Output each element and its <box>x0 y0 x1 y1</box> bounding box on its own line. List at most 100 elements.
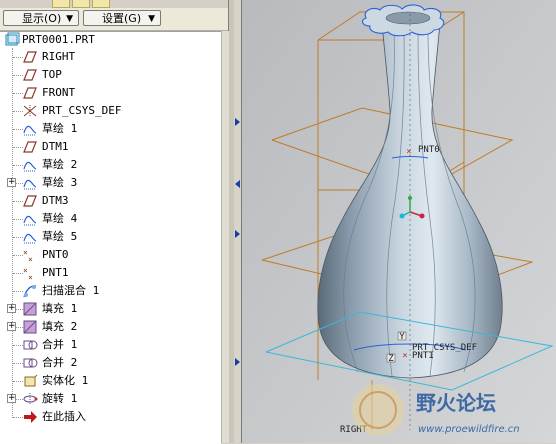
expand-arrow-icon[interactable] <box>235 180 240 188</box>
tree-item-label: TOP <box>42 68 62 81</box>
expand-toggle-icon[interactable]: + <box>7 304 16 313</box>
model-tree-toolbar: 显示(O) ▼ 设置(G) ▼ <box>0 8 228 31</box>
tree-item-label: FRONT <box>42 86 76 99</box>
expand-toggle-icon[interactable]: + <box>7 178 16 187</box>
solidify-icon <box>22 373 38 389</box>
folder-tab-icon[interactable] <box>92 0 110 8</box>
revolve-icon <box>22 391 38 407</box>
svg-text:×: × <box>28 255 33 263</box>
tree-item[interactable]: 草绘 2 <box>0 156 221 174</box>
show-menu-label: 显示(O) <box>22 12 62 25</box>
merge-icon <box>22 337 38 353</box>
folder-tab-icon[interactable] <box>72 0 90 8</box>
axis-y-label: Y <box>399 332 405 342</box>
watermark-title: 野火论坛 <box>416 391 496 415</box>
watermark: 野火论坛 www.proewildfire.cn <box>352 384 520 436</box>
part-icon <box>4 32 20 48</box>
collapse-arrow-icon[interactable] <box>235 230 240 238</box>
svg-text:×: × <box>28 273 33 281</box>
tree-item-label: 草绘 2 <box>42 158 78 171</box>
graphics-viewport[interactable]: × PNT0 Y PRT_CSYS_DEF × PNT1 Z RIGHT 野火论… <box>242 0 556 443</box>
sketch-icon <box>22 121 38 137</box>
svg-text:×: × <box>406 147 411 157</box>
tree-item[interactable]: DTM3 <box>0 192 221 210</box>
tree-item-label: PNT0 <box>42 248 69 261</box>
tree-item-label: 草绘 1 <box>42 122 78 135</box>
sketch-icon <box>22 175 38 191</box>
pnt0-label: PNT0 <box>418 145 440 155</box>
tree-item[interactable]: 草绘 4 <box>0 210 221 228</box>
settings-menu-button[interactable]: 设置(G) ▼ <box>83 10 161 26</box>
tree-item-label: 扫描混合 1 <box>42 284 100 297</box>
tree-item[interactable]: + 旋转 1 <box>0 390 221 408</box>
tree-item[interactable]: RIGHT <box>0 48 221 66</box>
expand-toggle-icon[interactable]: + <box>7 394 16 403</box>
tree-item-label: PNT1 <box>42 266 69 279</box>
tree-item[interactable]: 扫描混合 1 <box>0 282 221 300</box>
svg-text:×: × <box>402 351 407 361</box>
chevron-down-icon: ▼ <box>148 14 155 24</box>
datum-plane-icon <box>22 85 38 101</box>
datum-plane-icon <box>22 49 38 65</box>
datum-plane-icon <box>22 67 38 83</box>
collapse-arrow-icon[interactable] <box>235 358 240 366</box>
tree-item-label: 实体化 1 <box>42 374 89 387</box>
datum-point-icon: × × <box>22 247 38 264</box>
collapse-arrow-icon[interactable] <box>235 118 240 126</box>
settings-menu-label: 设置(G) <box>102 12 142 25</box>
tree-item-label: 填充 2 <box>42 320 78 333</box>
tree-item[interactable]: 合并 2 <box>0 354 221 372</box>
fill-icon <box>22 301 38 317</box>
tree-item[interactable]: 实体化 1 <box>0 372 221 390</box>
tree-item[interactable]: 草绘 5 <box>0 228 221 246</box>
fill-icon <box>22 319 38 335</box>
csys-icon <box>22 103 38 119</box>
tree-item[interactable]: 草绘 1 <box>0 120 221 138</box>
tree-item[interactable]: + 填充 2 <box>0 318 221 336</box>
tree-root-label: PRT0001.PRT <box>22 33 95 46</box>
tree-item[interactable]: 合并 1 <box>0 336 221 354</box>
sketch-icon <box>22 157 38 173</box>
tree-item[interactable]: + 草绘 3 <box>0 174 221 192</box>
tree-item[interactable]: × × PNT0 <box>0 246 221 264</box>
tree-item-label: 填充 1 <box>42 302 78 315</box>
expand-toggle-icon[interactable]: + <box>7 322 16 331</box>
show-menu-button[interactable]: 显示(O) ▼ <box>3 10 79 26</box>
tree-item-label: 旋转 1 <box>42 392 78 405</box>
tree-item-label: 草绘 4 <box>42 212 78 225</box>
datum-point-icon: × × <box>22 265 38 282</box>
sketch-icon <box>22 211 38 227</box>
tree-root[interactable]: PRT0001.PRT <box>0 32 221 49</box>
chevron-down-icon: ▼ <box>66 14 73 24</box>
tree-item[interactable]: + 填充 1 <box>0 300 221 318</box>
navigator-sash[interactable] <box>234 0 242 443</box>
tree-item-label: DTM1 <box>42 140 69 153</box>
tree-item-label: 草绘 5 <box>42 230 78 243</box>
insert-here-arrow-icon <box>22 409 38 425</box>
tree-item-label: 草绘 3 <box>42 176 78 189</box>
watermark-url: www.proewildfire.cn <box>418 424 520 435</box>
tree-item-label: DTM3 <box>42 194 69 207</box>
merge-icon <box>22 355 38 371</box>
pnt1-label: PNT1 <box>412 351 434 361</box>
datum-plane-icon <box>22 139 38 155</box>
vase-model-view[interactable]: × PNT0 Y PRT_CSYS_DEF × PNT1 Z RIGHT 野火论… <box>242 0 556 443</box>
axis-z-label: Z <box>388 354 394 364</box>
tree-item[interactable]: FRONT <box>0 84 221 102</box>
tree-item[interactable]: PRT_CSYS_DEF <box>0 102 221 120</box>
tree-item[interactable]: DTM1 <box>0 138 221 156</box>
sketch-icon <box>22 229 38 245</box>
tree-item[interactable]: TOP <box>0 66 221 84</box>
tree-item-label: RIGHT <box>42 50 76 63</box>
tree-item-label: 合并 2 <box>42 356 78 369</box>
tree-item-label: 合并 1 <box>42 338 78 351</box>
model-tree-panel: 显示(O) ▼ 设置(G) ▼ PRT0001.PRT RIGHT TOP FRONT… <box>0 0 229 444</box>
tree-item[interactable]: × × PNT1 <box>0 264 221 282</box>
datum-plane-icon <box>22 193 38 209</box>
tree-item-label: PRT_CSYS_DEF <box>42 104 122 117</box>
tree-scrollbar[interactable] <box>221 31 229 443</box>
swept-blend-icon <box>22 283 38 299</box>
tree-item[interactable]: 在此插入 <box>0 408 221 426</box>
folder-tab-icon[interactable] <box>52 0 70 8</box>
vase-opening <box>385 11 431 25</box>
